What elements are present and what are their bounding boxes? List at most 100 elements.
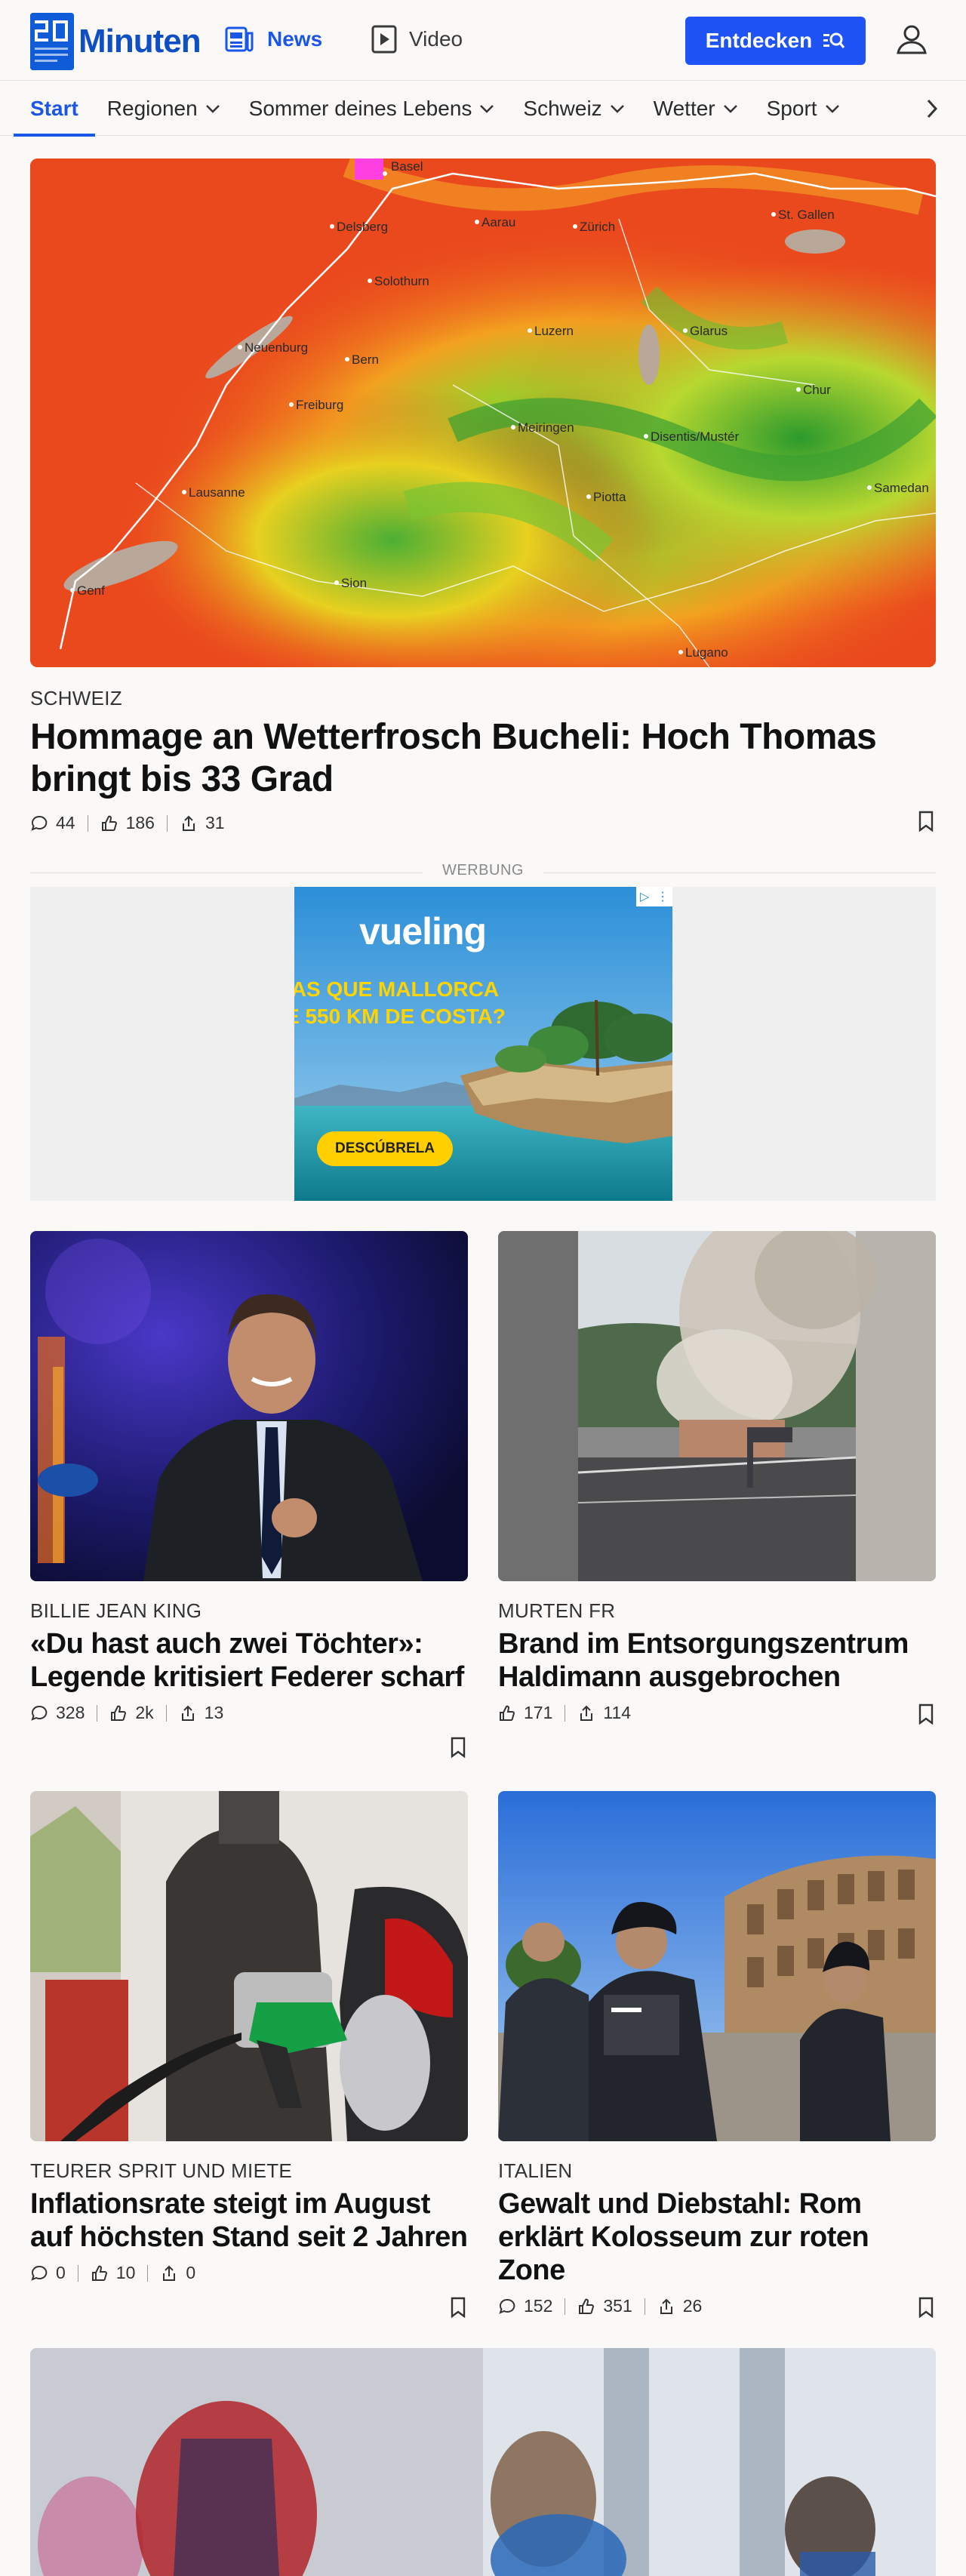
nav-news-label: News — [267, 27, 323, 51]
shares-value: 13 — [204, 1703, 224, 1722]
article-card[interactable]: TEURER SPRIT UND MIETE Inflationsrate st… — [30, 1791, 468, 2318]
tab-start[interactable]: Start — [14, 81, 95, 137]
ad-brand-logo: vueling — [359, 910, 487, 953]
likes-value: 2k — [135, 1703, 154, 1722]
comments-count[interactable]: 152 — [498, 2296, 552, 2316]
article-title[interactable]: «Du hast auch zwei Töchter»: Legende kri… — [30, 1627, 468, 1694]
ad-close-icon: ⋮ — [657, 891, 669, 903]
comments-count[interactable]: 44 — [30, 813, 75, 833]
article-kicker: MURTEN FR — [498, 1599, 616, 1622]
bookmark-icon[interactable] — [918, 2297, 934, 2318]
bookmark-icon[interactable] — [918, 811, 934, 832]
article-meta: 0 10 0 — [30, 2263, 468, 2283]
likes-count[interactable]: 351 — [577, 2296, 632, 2316]
likes-count[interactable]: 2k — [109, 1703, 154, 1723]
likes-value: 10 — [115, 2263, 136, 2282]
map-label: Meiringen — [518, 420, 574, 435]
tab-sport[interactable]: Sport — [767, 81, 840, 137]
article-card[interactable]: ITALIEN Gewalt und Diebstahl: Rom erklär… — [498, 1791, 936, 2318]
site-logo[interactable]: Minuten — [30, 13, 202, 70]
chevron-right-icon — [927, 99, 938, 118]
ad-choices-icon: ▷ — [639, 891, 650, 903]
map-label: Zürich — [580, 220, 615, 234]
map-label: Luzern — [534, 324, 574, 338]
hero-kicker: SCHWEIZ — [30, 687, 122, 709]
article-title[interactable]: Inflationsrate steigt im August auf höch… — [30, 2187, 468, 2254]
comments-count[interactable]: 328 — [30, 1703, 85, 1723]
likes-count[interactable]: 186 — [100, 813, 155, 833]
article-image — [30, 1231, 468, 1581]
scroll-right-button[interactable] — [921, 96, 943, 122]
map-label: Disentis/Mustér — [651, 429, 739, 444]
likes-count[interactable]: 10 — [91, 2263, 136, 2283]
shares-value: 0 — [186, 2263, 196, 2282]
discover-label: Entdecken — [705, 29, 813, 52]
chevron-down-icon — [825, 105, 839, 113]
nav-news[interactable]: News — [225, 23, 322, 56]
share-icon — [181, 1705, 194, 1721]
shares-count[interactable]: 31 — [180, 813, 225, 833]
tab-wetter[interactable]: Wetter — [654, 81, 738, 137]
comments-value: 328 — [56, 1703, 85, 1722]
bookmark-icon[interactable] — [450, 2297, 466, 2318]
shares-value: 31 — [205, 813, 225, 833]
account-button[interactable] — [891, 18, 933, 60]
ad-tagline: ÍAS QUE MALLORCA E 550 KM DE COSTA? — [294, 976, 512, 1030]
category-nav: Start Regionen Sommer deines Lebens Schw… — [0, 80, 966, 137]
likes-count[interactable]: 171 — [498, 1703, 552, 1723]
article-card[interactable]: BILLIE JEAN KING «Du hast auch zwei Töch… — [30, 1231, 468, 1758]
bookmark-icon[interactable] — [918, 1703, 934, 1725]
article-card[interactable]: MURTEN FR Brand im Entsorgungszentrum Ha… — [498, 1231, 936, 1725]
comments-count[interactable]: 0 — [30, 2263, 66, 2283]
comment-icon — [31, 815, 48, 831]
article-meta: 152 351 26 — [498, 2296, 936, 2316]
thumbs-up-icon — [91, 2265, 107, 2281]
hero-article[interactable]: Basel Delsberg Aarau Zürich St. Gallen S… — [30, 158, 936, 833]
share-icon — [182, 815, 195, 831]
map-label: Lugano — [685, 645, 728, 660]
map-label: Sion — [341, 576, 367, 590]
likes-value: 186 — [125, 813, 155, 833]
map-label: Bern — [352, 352, 379, 367]
article-title[interactable]: Gewalt und Diebstahl: Rom erklärt Koloss… — [498, 2187, 936, 2287]
hero-title[interactable]: Hommage an Wetterfrosch Bucheli: Hoch Th… — [30, 716, 921, 801]
ad-cta-button[interactable]: DESCÚBRELA — [317, 1131, 453, 1166]
shares-count[interactable]: 114 — [577, 1703, 631, 1723]
hero-weather-map: Basel Delsberg Aarau Zürich St. Gallen S… — [30, 158, 936, 667]
map-label: Samedan — [874, 481, 929, 495]
logo-mark — [30, 13, 74, 70]
comment-icon — [31, 2265, 48, 2281]
thumbs-up-icon — [579, 2298, 595, 2314]
article-kicker: ITALIEN — [498, 2159, 573, 2182]
meta-divider — [165, 1704, 167, 1722]
article-title[interactable]: Brand im Entsorgungszentrum Haldimann au… — [498, 1627, 936, 1694]
tab-regionen[interactable]: Regionen — [107, 81, 220, 137]
comments-value: 152 — [524, 2296, 553, 2316]
shares-value: 26 — [682, 2296, 703, 2316]
tab-sommer[interactable]: Sommer deines Lebens — [249, 81, 495, 137]
discover-button[interactable]: Entdecken — [685, 17, 866, 65]
map-label: St. Gallen — [778, 208, 835, 222]
bookmark-icon[interactable] — [450, 1737, 466, 1758]
article-image — [30, 2348, 936, 2576]
nav-video-label: Video — [409, 27, 463, 51]
shares-count[interactable]: 0 — [160, 2263, 195, 2283]
shares-count[interactable]: 26 — [657, 2296, 703, 2316]
tab-label: Regionen — [106, 97, 198, 120]
nav-video[interactable]: Video — [371, 23, 463, 56]
logo-text: Minuten — [78, 23, 202, 60]
news-icon — [225, 26, 254, 52]
comments-value: 44 — [56, 813, 75, 833]
tab-schweiz[interactable]: Schweiz — [523, 81, 624, 137]
comment-icon — [31, 1705, 48, 1721]
chevron-down-icon — [480, 105, 494, 113]
map-label: Lausanne — [189, 485, 245, 500]
shares-count[interactable]: 13 — [179, 1703, 224, 1723]
article-meta: 171 114 — [498, 1703, 936, 1723]
article-image — [498, 1231, 936, 1581]
article-card[interactable] — [30, 2348, 936, 2576]
ad-container: ▷ ⋮ vueling ÍAS QUE MALLORCA E 550 KM DE… — [30, 887, 936, 1201]
ad-choices-badge[interactable]: ▷ ⋮ — [636, 887, 672, 906]
ad-banner[interactable]: ▷ ⋮ vueling ÍAS QUE MALLORCA E 550 KM DE… — [294, 887, 672, 1201]
article-image — [30, 1791, 468, 2141]
